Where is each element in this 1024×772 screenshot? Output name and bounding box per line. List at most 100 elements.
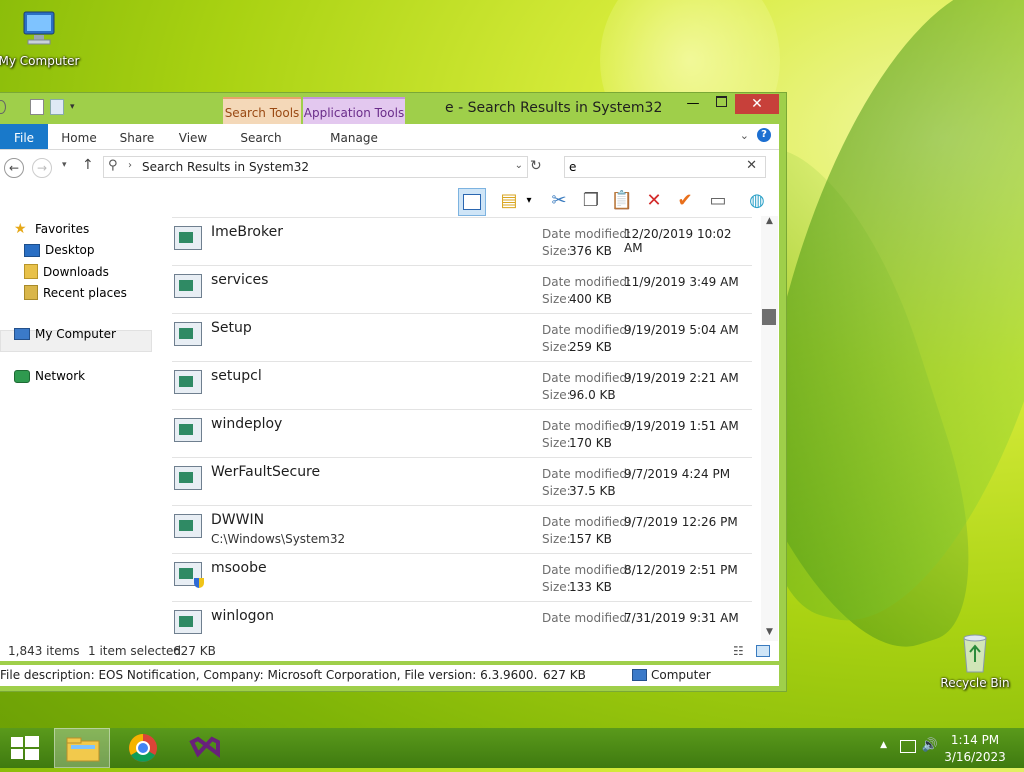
taskbar-file-explorer[interactable]: [54, 728, 110, 768]
expand-ribbon-icon[interactable]: ⌄: [740, 129, 749, 142]
date-modified-value: 9/7/2019 4:24 PM: [624, 467, 731, 481]
paste-icon[interactable]: 📋: [609, 188, 635, 214]
clock-time[interactable]: 1:14 PM: [944, 733, 1006, 747]
properties-icon[interactable]: [30, 99, 44, 115]
network-tray-icon[interactable]: [900, 740, 916, 753]
tab-home[interactable]: Home: [58, 124, 100, 149]
file-name: msoobe: [211, 560, 267, 576]
properties-toolbar-icon[interactable]: ▭: [705, 188, 731, 214]
up-arrow-icon[interactable]: ↑: [82, 157, 94, 173]
globe-icon[interactable]: ◍: [744, 188, 770, 214]
zone-label: Computer: [651, 668, 711, 682]
desktop-icon-recycle-bin[interactable]: Recycle Bin: [930, 630, 1020, 690]
application-file-icon: [174, 610, 202, 634]
result-row[interactable]: Setup Date modified: 9/19/2019 5:04 AM S…: [172, 313, 752, 362]
nav-item-my-computer[interactable]: My Computer: [14, 327, 116, 341]
tab-search[interactable]: Search: [236, 124, 286, 149]
result-row[interactable]: WerFaultSecure Date modified: 9/7/2019 4…: [172, 457, 752, 506]
result-row[interactable]: winlogon Date modified: 7/31/2019 9:31 A…: [172, 601, 752, 641]
file-size: 627 KB: [543, 668, 586, 682]
taskbar-chrome[interactable]: [118, 728, 168, 768]
date-modified-value: 12/20/2019 10:02 AM: [624, 227, 732, 255]
refresh-icon[interactable]: ↻: [530, 158, 542, 174]
close-button[interactable]: ✕: [735, 94, 779, 114]
file-name: WerFaultSecure: [211, 464, 321, 480]
taskbar-visual-studio[interactable]: [180, 728, 230, 768]
cut-icon[interactable]: ✂: [546, 188, 572, 214]
folder-options-dropdown-icon[interactable]: ▾: [522, 188, 536, 214]
qat-dropdown-icon[interactable]: ▾: [70, 102, 75, 112]
size-label: Size:: [542, 484, 571, 498]
delete-icon[interactable]: ✕: [641, 188, 667, 214]
file-name: windeploy: [211, 416, 283, 432]
result-row[interactable]: windeploy Date modified: 9/19/2019 1:51 …: [172, 409, 752, 458]
nav-item-desktop[interactable]: Desktop: [24, 243, 95, 257]
nav-item-downloads[interactable]: Downloads: [24, 264, 109, 279]
scroll-up-icon[interactable]: ▲: [761, 216, 778, 230]
command-toolbar: ▤ ▾ ✂ ❐ 📋 ✕ ✔ ▭ ◍: [0, 184, 779, 216]
folder-options-icon[interactable]: ▤: [496, 188, 522, 214]
show-hidden-icons-icon[interactable]: ▲: [880, 740, 887, 750]
volume-icon[interactable]: 🔊: [922, 738, 938, 753]
minimize-button[interactable]: —: [680, 94, 706, 114]
start-button[interactable]: [0, 728, 50, 768]
title-bar[interactable]: ▾ Search Tools Application Tools e - Sea…: [0, 93, 786, 126]
result-row[interactable]: ImeBroker Date modified: 12/20/2019 10:0…: [172, 217, 752, 266]
search-input[interactable]: [569, 159, 739, 175]
recent-locations-dropdown-icon[interactable]: ▾: [62, 160, 67, 170]
result-row[interactable]: DWWIN C:\Windows\System32 Date modified:…: [172, 505, 752, 554]
clock-date[interactable]: 3/16/2023: [942, 750, 1008, 764]
copy-icon[interactable]: ❐: [578, 188, 604, 214]
help-icon[interactable]: ?: [757, 128, 771, 142]
scrollbar-thumb[interactable]: [762, 309, 776, 325]
result-row[interactable]: msoobe Date modified: 8/12/2019 2:51 PM …: [172, 553, 752, 602]
nav-label: My Computer: [35, 327, 116, 341]
new-folder-icon[interactable]: [50, 99, 64, 115]
size-value: 37.5 KB: [569, 484, 616, 498]
file-description: File description: EOS Notification, Comp…: [0, 668, 538, 682]
back-button[interactable]: ←: [4, 158, 24, 178]
result-row[interactable]: setupcl Date modified: 9/19/2019 2:21 AM…: [172, 361, 752, 410]
scroll-down-icon[interactable]: ▼: [761, 627, 778, 641]
vertical-scrollbar[interactable]: ▲ ▼: [761, 216, 778, 641]
search-box[interactable]: ✕: [564, 156, 766, 178]
forward-button[interactable]: →: [32, 158, 52, 178]
breadcrumb-chevron-icon[interactable]: ›: [128, 160, 132, 171]
status-bar: 1,843 items 1 item selected 627 KB ☷: [0, 641, 779, 661]
preview-pane-icon[interactable]: [458, 188, 486, 216]
result-row[interactable]: services Date modified: 11/9/2019 3:49 A…: [172, 265, 752, 314]
maximize-button[interactable]: [708, 94, 734, 114]
nav-item-recent-places[interactable]: Recent places: [24, 285, 127, 300]
date-modified-label: Date modified:: [542, 611, 632, 625]
size-label: Size:: [542, 244, 571, 258]
tab-view[interactable]: View: [172, 124, 214, 149]
desktop-icon-my-computer[interactable]: My Computer: [0, 8, 84, 68]
size-label: Size:: [542, 388, 571, 402]
address-row: ← → ▾ ↑ ⚲ › Search Results in System32 ⌄…: [0, 150, 779, 184]
date-modified-label: Date modified:: [542, 467, 632, 481]
clear-search-icon[interactable]: ✕: [746, 158, 757, 173]
downloads-folder-icon: [24, 264, 38, 279]
nav-label: Recent places: [43, 285, 127, 300]
details-view-icon[interactable]: ☷: [733, 644, 744, 658]
item-count: 1,843 items: [8, 644, 80, 658]
size-label: Size:: [542, 532, 571, 546]
forward-arrow-icon: →: [36, 161, 48, 175]
nav-item-favorites[interactable]: ★ Favorites: [14, 222, 89, 236]
address-dropdown-icon[interactable]: ⌄: [515, 160, 523, 171]
tab-share[interactable]: Share: [114, 124, 160, 149]
tiles-view-icon[interactable]: [756, 645, 770, 657]
date-modified-label: Date modified:: [542, 323, 632, 337]
tab-manage[interactable]: Manage: [326, 124, 382, 149]
tab-file[interactable]: File: [0, 124, 48, 149]
rename-check-icon[interactable]: ✔: [672, 188, 698, 214]
application-file-icon: [174, 274, 202, 298]
qat-partial-icon[interactable]: [0, 100, 6, 114]
nav-label: Desktop: [45, 243, 95, 257]
nav-item-network[interactable]: Network: [14, 369, 85, 383]
selection-size: 627 KB: [173, 644, 216, 658]
contextual-tab-application-tools: Application Tools: [303, 97, 405, 126]
address-bar[interactable]: ⚲ › Search Results in System32 ⌄: [103, 156, 528, 178]
date-modified-label: Date modified:: [542, 227, 632, 241]
file-name: ImeBroker: [211, 224, 283, 240]
